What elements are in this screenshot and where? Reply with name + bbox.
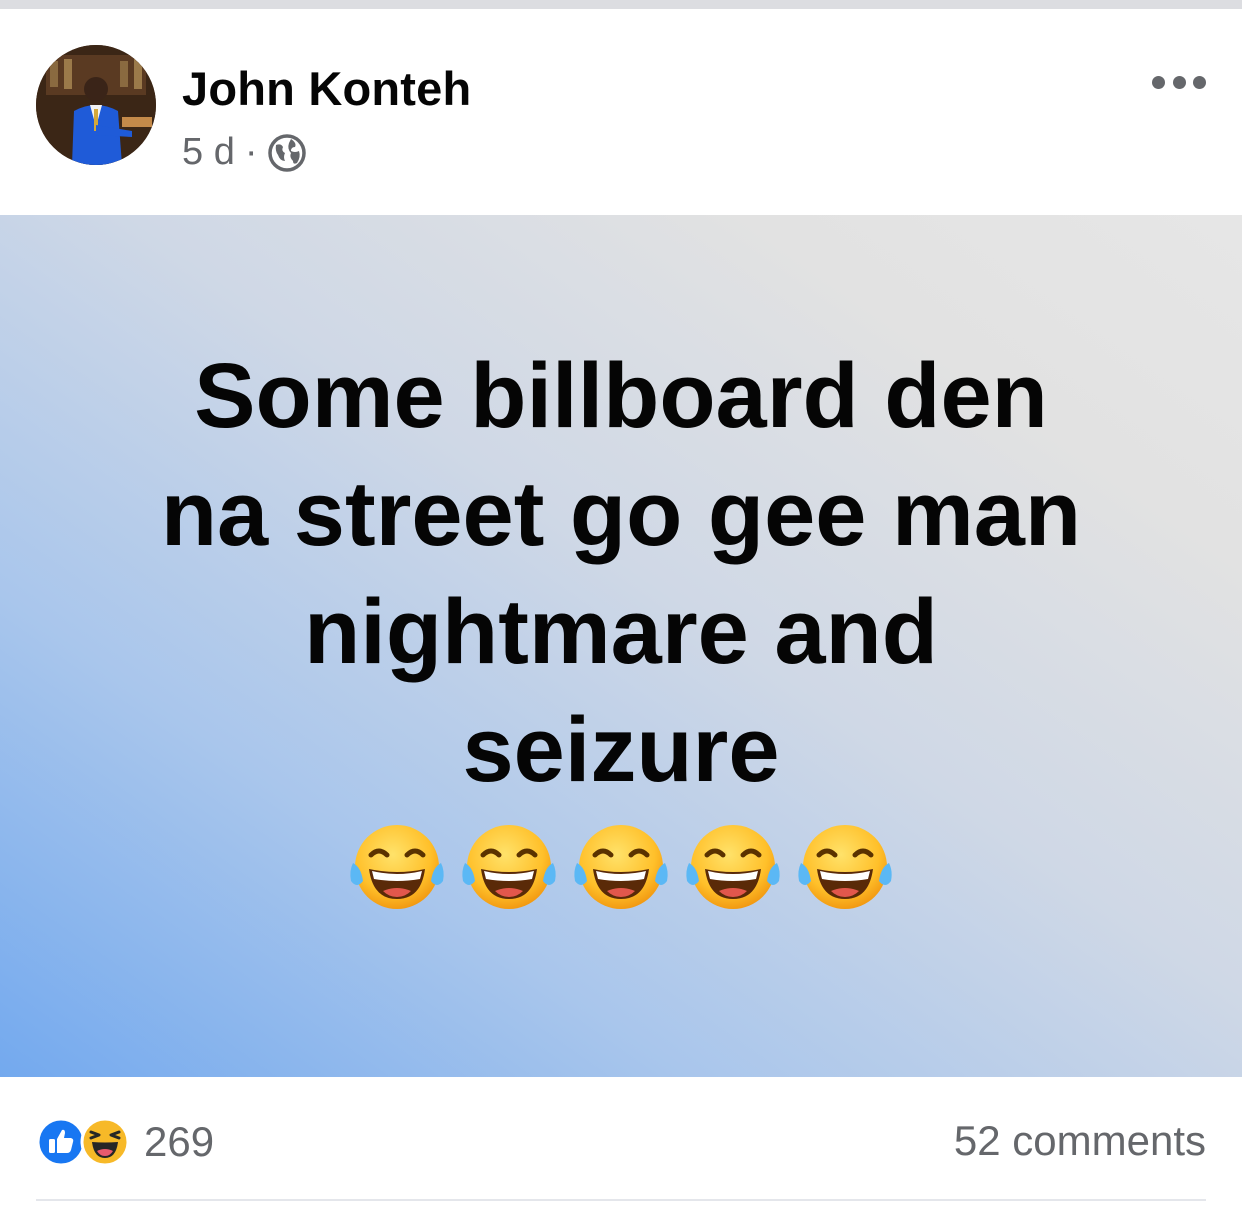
face-with-tears-of-joy-icon [350,825,444,909]
face-with-tears-of-joy-icon [462,825,556,909]
emoji-row [349,819,893,915]
post-body: Some billboard den na street go gee man … [0,215,1242,1077]
haha-icon [80,1117,130,1167]
top-divider [0,0,1242,9]
face-with-tears-of-joy-icon [686,825,780,909]
post-time[interactable]: 5 d [182,131,235,174]
post-text-line: seizure [462,699,780,801]
post-text: Some billboard den na street go gee man … [71,337,1171,809]
post-meta: 5 d · [182,131,307,174]
post-text-line: Some billboard den [194,345,1048,447]
face-with-tears-of-joy-icon [798,825,892,909]
meta-separator: · [244,131,258,173]
author-avatar[interactable] [36,45,156,165]
post-text-line: na street go gee man [160,463,1082,565]
like-icon [36,1117,86,1167]
globe-icon [268,133,307,172]
author-name[interactable]: John Konteh [182,61,471,116]
comments-count[interactable]: 52 comments [954,1117,1206,1165]
more-options-icon[interactable] [1152,67,1206,97]
reactions-summary[interactable]: 269 [36,1117,214,1167]
face-with-tears-of-joy-icon [574,825,668,909]
footer-divider [36,1199,1206,1201]
reaction-count: 269 [144,1118,215,1165]
post-footer: 269 52 comments [0,1077,1242,1232]
post-text-line: nightmare and [304,581,938,683]
post-header: John Konteh 5 d · [0,9,1242,215]
